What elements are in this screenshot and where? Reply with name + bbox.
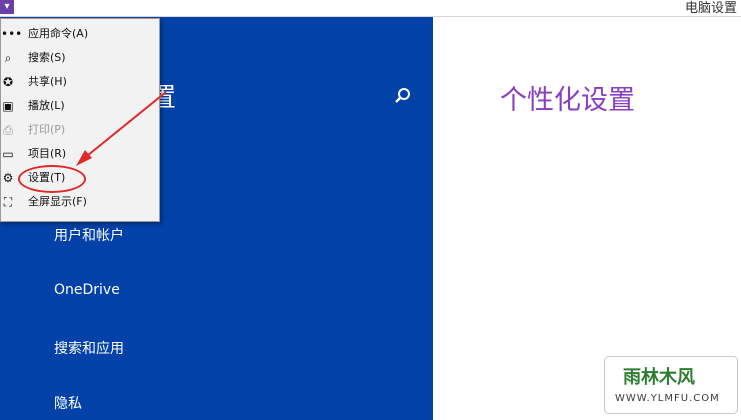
watermark-logo: 雨林木风 WWW.YLMFU.COM xyxy=(604,356,738,414)
watermark-logo-text: 雨林木风 xyxy=(623,367,695,388)
watermark-url: WWW.YLMFU.COM xyxy=(615,393,720,404)
